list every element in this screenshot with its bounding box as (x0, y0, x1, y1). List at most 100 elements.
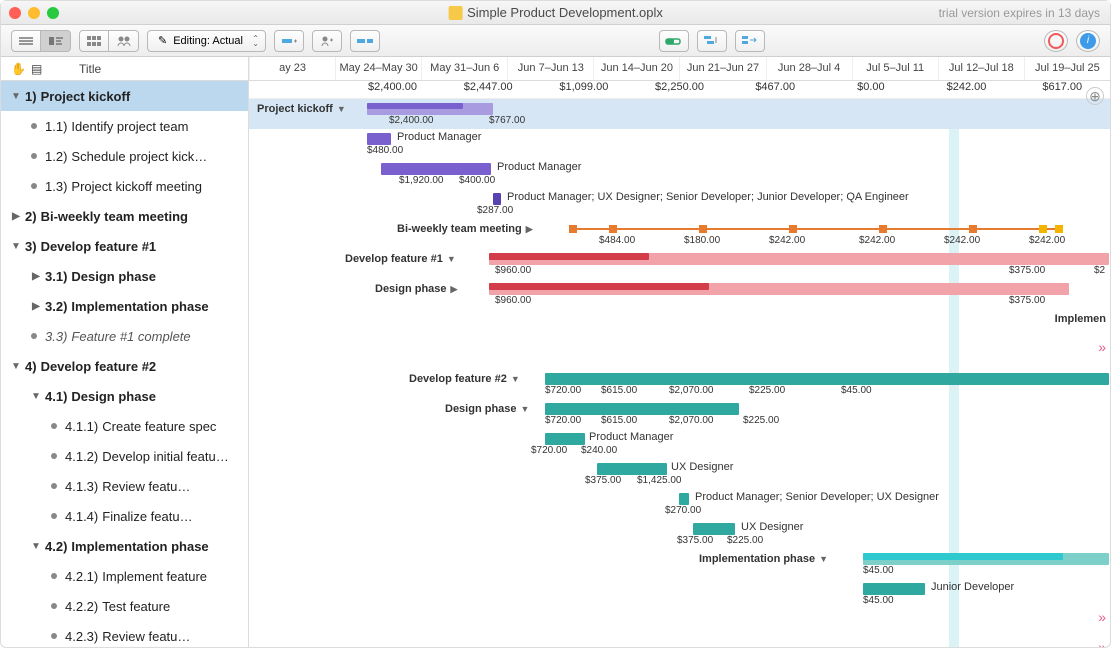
gantt-row-meeting[interactable]: Product Manager; UX Designer; Senior Dev… (249, 189, 1110, 219)
gantt-row-feat2-design[interactable]: Design phase▼ $720.00 $615.00 $2,070.00 … (249, 399, 1110, 429)
close-icon[interactable] (9, 7, 21, 19)
gantt-row-biweekly[interactable]: Bi-weekly team meeting▶ $484.00 $180.00 … (249, 219, 1110, 249)
outline-row[interactable]: 1.2)Schedule project kick… (1, 141, 248, 171)
outline-row[interactable]: ▼3)Develop feature #1 (1, 231, 248, 261)
milestone-marker[interactable] (969, 225, 977, 233)
outline-row[interactable]: 4.2.1)Implement feature (1, 561, 248, 591)
cost-label: $2,070.00 (669, 415, 714, 426)
outline-row[interactable]: 3.3)Feature #1 complete (1, 321, 248, 351)
level-button[interactable] (735, 30, 765, 52)
gantt-row-identify[interactable]: Product Manager $480.00 (249, 129, 1110, 159)
task-bar[interactable] (863, 583, 925, 595)
outline-row[interactable]: 1.1)Identify project team (1, 111, 248, 141)
outline-row[interactable]: 4.1.2)Develop initial featu… (1, 441, 248, 471)
disclosure-triangle-icon[interactable]: ▼ (31, 541, 41, 552)
row-number: 1.2) (45, 149, 67, 164)
timeline-column: Jun 21–Jun 27 (679, 57, 765, 80)
outline-row[interactable]: ▼4)Develop feature #2 (1, 351, 248, 381)
note-icon[interactable]: ▤ (31, 62, 45, 76)
row-number: 1) (25, 89, 37, 104)
gantt-row-feat2[interactable]: Develop feature #2▼ $720.00 $615.00 $2,0… (249, 369, 1110, 399)
role-label: Product Manager; UX Designer; Senior Dev… (507, 191, 909, 203)
disclosure-triangle-icon[interactable]: ▶ (11, 211, 21, 222)
gantt-row-implement[interactable]: Junior Developer $45.00 (249, 579, 1110, 609)
offscreen-right-icon[interactable]: » (1098, 339, 1106, 355)
offscreen-right-icon[interactable]: » (1098, 609, 1106, 625)
task-bar[interactable] (381, 163, 491, 175)
milestone-marker[interactable] (609, 225, 617, 233)
editing-mode-select[interactable]: ✎Editing: Actual (147, 30, 266, 52)
outline-row[interactable]: 1.3)Project kickoff meeting (1, 171, 248, 201)
outline-row[interactable]: ▼4.1)Design phase (1, 381, 248, 411)
task-bar[interactable] (493, 193, 501, 205)
timeline-cost (249, 81, 345, 98)
disclosure-triangle-icon[interactable]: ▼ (11, 241, 21, 252)
outline-row[interactable]: 4.1.3)Review featu… (1, 471, 248, 501)
outline-row[interactable]: 4.2.2)Test feature (1, 591, 248, 621)
add-milestone-button[interactable] (350, 30, 380, 52)
outline-gantt-button[interactable] (41, 30, 71, 52)
hand-icon[interactable]: ✋ (11, 62, 25, 76)
gantt-pane[interactable]: ay 23May 24–May 30May 31–Jun 6Jun 7–Jun … (249, 57, 1110, 647)
gantt-row-feat1-complete[interactable]: » (249, 339, 1110, 369)
record-button[interactable] (1044, 30, 1068, 52)
gantt-row-feat1[interactable]: Develop feature #1▼ $960.00 $375.00 $2 (249, 249, 1110, 279)
cost-label: $960.00 (495, 295, 531, 306)
gantt-row-review2[interactable]: » (249, 639, 1110, 647)
cost-label: $225.00 (743, 415, 779, 426)
add-resource-button[interactable] (312, 30, 342, 52)
minimize-icon[interactable] (28, 7, 40, 19)
cost-label: $615.00 (601, 415, 637, 426)
milestone-marker[interactable] (699, 225, 707, 233)
milestone-line (569, 228, 1059, 230)
gantt-row-review[interactable]: Product Manager; Senior Developer; UX De… (249, 489, 1110, 519)
gantt-row-feat2-impl[interactable]: Implementation phase▼ $45.00 (249, 549, 1110, 579)
catch-up-button[interactable] (659, 30, 689, 52)
cost-label: $270.00 (665, 505, 701, 516)
outline-row[interactable]: ▶2)Bi-weekly team meeting (1, 201, 248, 231)
task-bar[interactable] (597, 463, 667, 475)
bullet-icon (51, 483, 57, 489)
disclosure-triangle-icon[interactable]: ▼ (31, 391, 41, 402)
disclosure-triangle-icon[interactable]: ▼ (11, 361, 21, 372)
outline-row[interactable]: 4.2.3)Review featu… (1, 621, 248, 647)
milestone-marker[interactable] (789, 225, 797, 233)
outline-row[interactable]: 4.1.1)Create feature spec (1, 411, 248, 441)
outline-row[interactable]: 4.1.4)Finalize featu… (1, 501, 248, 531)
gantt-row-finalize[interactable]: UX Designer $375.00 $225.00 (249, 519, 1110, 549)
task-view-button[interactable] (79, 30, 109, 52)
disclosure-triangle-icon[interactable]: ▶ (31, 271, 41, 282)
gantt-row-feat1-design[interactable]: Design phase▶ $960.00 $375.00 (249, 279, 1110, 309)
milestone-marker[interactable] (1055, 225, 1063, 233)
task-bar[interactable] (545, 403, 739, 415)
reschedule-button[interactable] (697, 30, 727, 52)
resource-view-button[interactable] (109, 30, 139, 52)
gantt-row-feat1-impl[interactable]: Implemen (249, 309, 1110, 339)
outline-only-button[interactable] (11, 30, 41, 52)
disclosure-triangle-icon[interactable]: ▶ (31, 301, 41, 312)
milestone-marker[interactable] (569, 225, 577, 233)
task-bar[interactable] (545, 433, 585, 445)
zoom-icon[interactable] (47, 7, 59, 19)
row-number: 3.1) (45, 269, 67, 284)
outline-row[interactable]: ▼4.2)Implementation phase (1, 531, 248, 561)
task-bar[interactable] (693, 523, 735, 535)
task-bar[interactable] (545, 373, 1109, 385)
outline-row[interactable]: ▶3.2)Implementation phase (1, 291, 248, 321)
milestone-marker[interactable] (1039, 225, 1047, 233)
gantt-row-kickoff[interactable]: Project kickoff▼ $2,400.00 $767.00 (249, 99, 1110, 129)
gantt-row-test[interactable]: » (249, 609, 1110, 639)
task-bar[interactable] (679, 493, 689, 505)
offscreen-right-icon[interactable]: » (1098, 639, 1106, 647)
gantt-row-schedule[interactable]: Product Manager $1,920.00 $400.00 (249, 159, 1110, 189)
gantt-row-initial[interactable]: UX Designer $375.00 $1,425.00 (249, 459, 1110, 489)
outline-row[interactable]: ▼1)Project kickoff (1, 81, 248, 111)
milestone-marker[interactable] (879, 225, 887, 233)
zoom-icon[interactable]: ⊕ (1086, 87, 1104, 105)
task-bar[interactable] (367, 133, 391, 145)
add-task-button[interactable] (274, 30, 304, 52)
info-button[interactable]: i (1076, 30, 1100, 52)
gantt-row-spec[interactable]: Product Manager $720.00 $240.00 (249, 429, 1110, 459)
outline-row[interactable]: ▶3.1)Design phase (1, 261, 248, 291)
disclosure-triangle-icon[interactable]: ▼ (11, 91, 21, 102)
